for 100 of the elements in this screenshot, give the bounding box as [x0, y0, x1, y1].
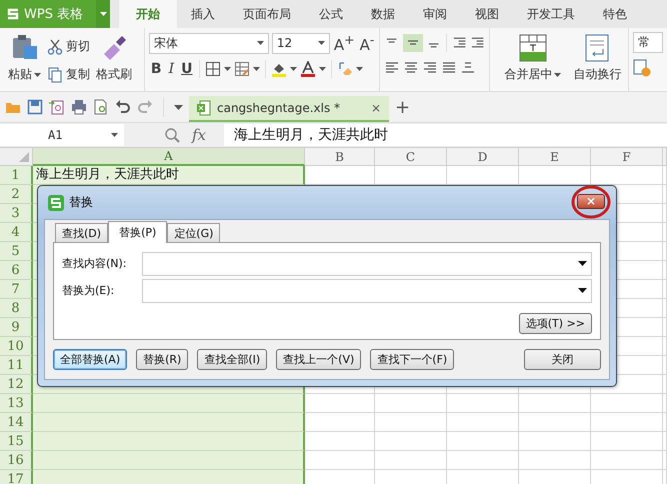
formula-field[interactable]: 海上生明月，天涯共此时	[224, 124, 667, 146]
merge-cells-icon	[518, 34, 547, 62]
underline-button[interactable]: U	[179, 61, 194, 77]
caret-icon	[224, 67, 232, 71]
number-format-dropdown[interactable]: 常	[633, 32, 663, 53]
row-header[interactable]: 7	[0, 280, 33, 299]
print-preview-icon[interactable]	[93, 99, 109, 115]
indent-increase-icon[interactable]	[470, 36, 486, 50]
caret-icon	[111, 133, 118, 137]
ribbon-tab[interactable]: 视图	[461, 0, 513, 28]
highlight-circle	[571, 185, 611, 219]
fill-color-icon[interactable]	[271, 61, 288, 77]
ribbon-tab[interactable]: 特色	[589, 0, 641, 28]
options-button[interactable]: 选项(T) >>	[518, 313, 592, 334]
wrap-text-button[interactable]: 自动换行	[573, 32, 622, 91]
close-tab-button[interactable]: ×	[370, 101, 381, 115]
format-painter-button[interactable]: 格式刷	[96, 32, 132, 91]
row-header[interactable]: 9	[0, 318, 33, 337]
ribbon-tab[interactable]: 页面布局	[229, 0, 305, 28]
undo-icon[interactable]	[115, 99, 131, 115]
select-all-corner[interactable]	[0, 148, 33, 166]
dialog-tab[interactable]: 替换(P)	[108, 221, 168, 243]
caret-icon	[318, 41, 325, 45]
table-cell[interactable]: 海上生明月，天涯共此时	[33, 166, 305, 185]
row-header[interactable]: 14	[0, 413, 33, 432]
ribbon-tab[interactable]: 开始	[119, 0, 177, 28]
redo-icon[interactable]	[137, 99, 153, 115]
input-field[interactable]	[142, 278, 592, 302]
column-header[interactable]: E	[519, 148, 591, 166]
spreadsheet-file-icon	[197, 100, 211, 116]
align-center-icon[interactable]	[403, 60, 420, 74]
eraser-icon[interactable]	[337, 61, 354, 77]
font-name-dropdown[interactable]: 宋体	[148, 32, 269, 54]
ribbon-tab[interactable]: 插入	[177, 0, 229, 28]
row-header[interactable]: 5	[0, 242, 33, 261]
field-label: 查找内容(N):	[62, 256, 128, 271]
column-header[interactable]: F	[591, 148, 663, 166]
input-field[interactable]	[142, 252, 592, 276]
dialog-tab[interactable]: 查找(D)	[55, 223, 108, 242]
row-header[interactable]: 2	[0, 185, 33, 204]
row-header[interactable]: 11	[0, 356, 33, 375]
row-header[interactable]: 4	[0, 223, 33, 242]
copy-icon	[47, 66, 63, 82]
print-icon[interactable]	[71, 99, 87, 115]
row-header[interactable]: 6	[0, 261, 33, 280]
distribute-icon[interactable]	[460, 60, 476, 74]
ribbon-tab[interactable]: 审阅	[409, 0, 461, 28]
grow-font-button[interactable]: A$^{+}$	[332, 32, 356, 54]
export-icon[interactable]	[49, 99, 65, 115]
dialog-button[interactable]: 查找全部(I)	[197, 349, 268, 370]
row-header[interactable]: 3	[0, 204, 33, 223]
column-header[interactable]: C	[375, 148, 447, 166]
ribbon-tab[interactable]: 数据	[357, 0, 409, 28]
cut-button[interactable]: 剪切	[47, 38, 90, 55]
merge-center-button[interactable]: 合并居中	[504, 32, 562, 91]
copy-button[interactable]: 复制	[47, 66, 90, 83]
row-header[interactable]: 10	[0, 337, 33, 356]
column-header[interactable]: B	[305, 148, 375, 166]
font-color-icon[interactable]	[300, 61, 316, 77]
column-header[interactable]: D	[447, 148, 519, 166]
dialog-tab[interactable]: 定位(G)	[167, 223, 220, 242]
borders-icon[interactable]	[205, 61, 222, 77]
align-left-icon[interactable]	[384, 60, 400, 74]
row-header[interactable]: 12	[0, 375, 33, 394]
caret-icon	[100, 12, 106, 16]
caret-icon	[256, 41, 264, 45]
align-right-icon[interactable]	[422, 60, 438, 74]
name-box[interactable]: A1	[0, 124, 124, 146]
dialog-button[interactable]: 查找上一个(V)	[276, 349, 362, 370]
save-icon[interactable]	[27, 99, 43, 115]
table-style-icon[interactable]	[234, 61, 250, 77]
new-tab-button[interactable]: +	[395, 96, 410, 118]
currency-icon[interactable]	[633, 59, 651, 77]
row-header[interactable]: 16	[0, 451, 33, 470]
justify-icon[interactable]	[441, 60, 458, 74]
row-header[interactable]: 13	[0, 394, 33, 413]
shrink-font-button[interactable]: A$^{-}$	[358, 32, 376, 54]
bold-button[interactable]: B	[148, 61, 164, 77]
column-header[interactable]: A	[33, 148, 305, 166]
dialog-button[interactable]: 替换(R)	[136, 349, 188, 370]
ribbon-tab[interactable]: 开发工具	[513, 0, 589, 28]
dropdown-icon[interactable]	[174, 104, 183, 110]
ribbon-tab[interactable]: 公式	[305, 0, 357, 28]
folder-icon[interactable]	[5, 100, 21, 114]
row-header[interactable]: 15	[0, 432, 33, 451]
zoom-icon[interactable]	[164, 127, 180, 143]
row-header[interactable]: 1	[0, 166, 33, 185]
italic-button[interactable]: I	[166, 61, 176, 77]
dialog-button[interactable]: 查找下一个(F)	[370, 349, 454, 370]
indent-decrease-icon[interactable]	[452, 36, 468, 50]
paste-button[interactable]: 粘贴	[8, 32, 41, 91]
dialog-button[interactable]: 全部替换(A)	[53, 349, 128, 370]
app-dropdown-button[interactable]	[96, 0, 110, 28]
document-tab[interactable]: cangshegntage.xls * ×	[189, 96, 389, 122]
row-header[interactable]: 17	[0, 470, 33, 484]
row-header[interactable]: 8	[0, 299, 33, 318]
caret-icon	[290, 67, 298, 71]
close-dialog-button[interactable]: 关闭	[524, 349, 601, 370]
font-size-dropdown[interactable]: 12	[272, 32, 330, 54]
function-button[interactable]: fx	[192, 126, 206, 144]
